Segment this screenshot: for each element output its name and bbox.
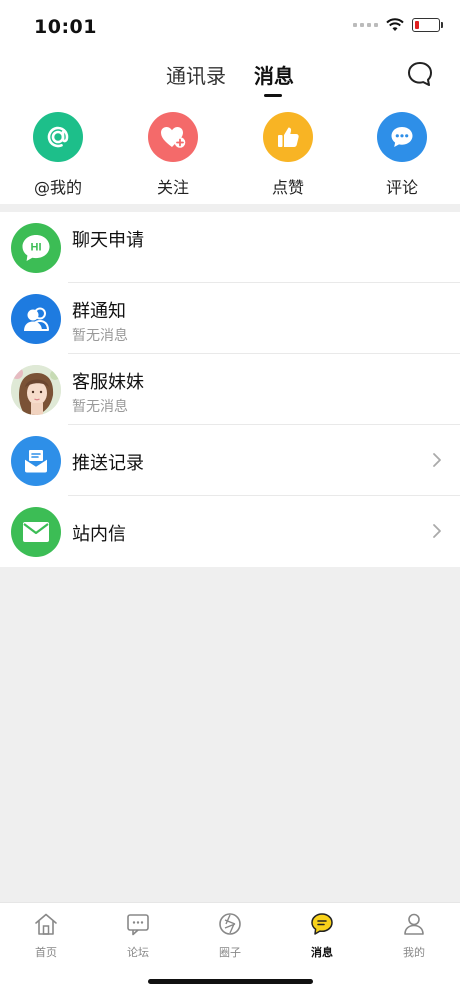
message-icon (311, 913, 333, 935)
status-time: 10:01 (34, 16, 97, 38)
list-item-title: 聊天申请 (72, 230, 144, 251)
tab-label: 论坛 (127, 946, 149, 959)
list-item-title: 推送记录 (72, 453, 144, 474)
tab-label: 圈子 (219, 946, 241, 959)
top-section: 10:01 通讯录 消息 @我的 关注 点赞 评论 (0, 0, 460, 204)
wifi-icon (386, 18, 404, 31)
quick-action-comment[interactable]: 评论 (347, 112, 457, 198)
list-item-customer-service[interactable]: 客服妹妹 暂无消息 (0, 354, 460, 425)
tab-messages[interactable]: 消息 (254, 60, 294, 89)
list-item-subtitle: 暂无消息 (72, 328, 128, 344)
hi-text: HI (31, 242, 42, 254)
profile-icon (404, 913, 424, 935)
tab-label: 消息 (311, 946, 333, 959)
signal-icon (353, 23, 378, 27)
avatar (11, 365, 61, 415)
mail-icon (11, 507, 61, 557)
chat-bubble-icon[interactable] (406, 60, 434, 88)
quick-action-follow[interactable]: 关注 (118, 112, 228, 198)
chevron-right-icon (433, 524, 441, 538)
list-item-title: 站内信 (72, 524, 126, 545)
tab-label: 首页 (35, 946, 57, 959)
top-tabs: 通讯录 消息 (0, 60, 460, 104)
inbox-icon (11, 436, 61, 486)
forum-icon (127, 914, 149, 936)
quick-action-label: 点赞 (271, 178, 304, 197)
list-item-title: 客服妹妹 (72, 372, 144, 393)
battery-icon (412, 18, 443, 32)
tab-forum[interactable]: 论坛 (92, 911, 184, 960)
active-tab-indicator (264, 94, 282, 97)
home-icon (35, 913, 57, 935)
group-icon (11, 294, 61, 344)
quick-action-label: @我的 (33, 178, 82, 197)
comment-icon (377, 112, 427, 162)
quick-action-like[interactable]: 点赞 (233, 112, 343, 198)
list-item-site-mail[interactable]: 站内信 (0, 496, 460, 567)
list-item-chat-request[interactable]: HI 聊天申请 (0, 212, 460, 283)
message-list: HI 聊天申请 群通知 暂无消息 客服妹妹 暂无消息 推送记录 站内信 (0, 212, 460, 567)
tab-circle[interactable]: 圈子 (184, 911, 276, 960)
tab-label: 我的 (403, 946, 425, 959)
chevron-right-icon (433, 453, 441, 467)
tab-profile[interactable]: 我的 (368, 911, 460, 960)
list-item-group-notice[interactable]: 群通知 暂无消息 (0, 283, 460, 354)
tab-contacts[interactable]: 通讯录 (166, 60, 226, 89)
tab-home[interactable]: 首页 (0, 911, 92, 960)
quick-actions: @我的 关注 点赞 评论 (0, 112, 460, 202)
list-item-subtitle: 暂无消息 (72, 399, 128, 415)
list-item-title: 群通知 (72, 301, 126, 322)
quick-action-at-me[interactable]: @我的 (3, 112, 113, 198)
home-indicator (148, 979, 313, 984)
heart-plus-icon (148, 112, 198, 162)
at-icon (33, 112, 83, 162)
list-item-push-records[interactable]: 推送记录 (0, 425, 460, 496)
hi-bubble-icon: HI (11, 223, 61, 273)
status-icons (353, 18, 443, 32)
circle-icon (219, 913, 241, 935)
quick-action-label: 评论 (385, 178, 418, 197)
tab-messages-bottom[interactable]: 消息 (276, 911, 368, 960)
quick-action-label: 关注 (156, 178, 189, 197)
thumbs-up-icon (263, 112, 313, 162)
